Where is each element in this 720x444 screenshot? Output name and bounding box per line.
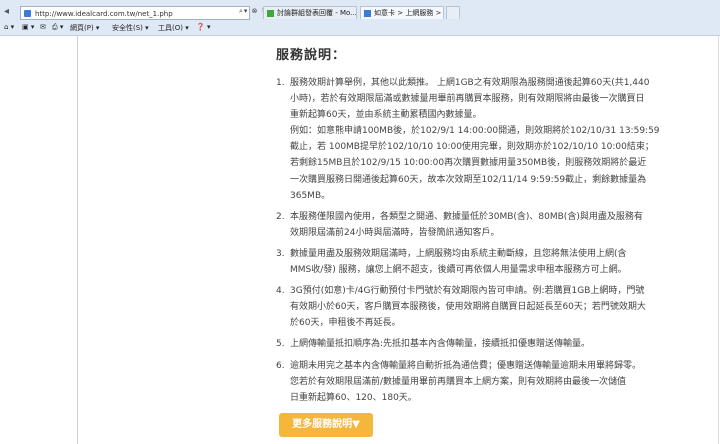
back-icon[interactable]: ◂ bbox=[4, 6, 9, 17]
right-divider bbox=[718, 36, 719, 444]
help-icon[interactable]: ❓ ▾ bbox=[196, 23, 210, 31]
tab-idealcard[interactable]: 如意卡 > 上網服務 > ... bbox=[360, 6, 444, 19]
idealcard-favicon-icon bbox=[364, 10, 371, 17]
list-item: 5. 上網傳輸量抵扣順序為:先抵扣基本內含傳輸量，接續抵扣優惠贈送傳輸量。 bbox=[276, 339, 591, 350]
feeds-icon[interactable]: ▣ ▾ bbox=[22, 23, 34, 31]
left-gutter bbox=[0, 36, 75, 444]
list-item: 6. 逾期未用完之基本內含傳輸量將自動折抵為通信費；優惠贈送傳輸量逾期未用畢將歸… bbox=[276, 360, 642, 403]
list-item: 4. 3G預付(如意)卡/4G行動預付卡門號於有效期限內皆可申請。例:若購買1G… bbox=[276, 286, 646, 329]
list-item: 2. 本服務僅限國內使用，各類型之開通、數據量低於30MB(含)、80MB(含)… bbox=[276, 211, 643, 238]
home-icon[interactable]: ⌂ ▾ bbox=[4, 23, 14, 31]
service-notes-list: 1. 服務效期計算舉例，其他以此類推。 上網1GB之有效期限為服務開通後起算60… bbox=[276, 75, 712, 411]
tab-label: 如意卡 > 上網服務 > ... bbox=[374, 9, 444, 17]
forum-favicon-icon bbox=[267, 10, 274, 17]
mail-icon[interactable]: ✉ bbox=[40, 23, 46, 31]
section-title: 服務說明： bbox=[276, 48, 347, 63]
print-icon[interactable]: ⎙ ▾ bbox=[52, 23, 63, 32]
browser-chrome: ◂ http://www.idealcard.com.tw/net_1.php … bbox=[0, 0, 720, 36]
more-service-info-button[interactable]: 更多服務說明▼ bbox=[279, 413, 373, 437]
site-favicon-icon bbox=[24, 10, 31, 17]
address-url: http://www.idealcard.com.tw/net_1.php bbox=[35, 10, 173, 18]
content-divider bbox=[77, 36, 78, 444]
address-bar[interactable]: http://www.idealcard.com.tw/net_1.php bbox=[20, 6, 250, 20]
tab-label: 討論群組發表回覆 - Mo... bbox=[277, 9, 357, 17]
list-item: 3. 數據量用盡及服務效期屆滿時，上網服務均由系統主動斷線，且您將無法使用上網(… bbox=[276, 248, 627, 276]
tools-menu[interactable]: 工具(O) ▾ bbox=[158, 23, 189, 33]
tab-forum[interactable]: 討論群組發表回覆 - Mo... bbox=[263, 6, 357, 19]
list-item: 1. 服務效期計算舉例，其他以此類推。 上網1GB之有效期限為服務開通後起算60… bbox=[276, 78, 660, 201]
page-menu[interactable]: 網頁(P) ▾ bbox=[70, 23, 99, 33]
safety-menu[interactable]: 安全性(S) ▾ bbox=[112, 23, 149, 33]
new-tab-button[interactable] bbox=[446, 6, 460, 19]
command-bar: ⌂ ▾ ▣ ▾ ✉ ⎙ ▾ 網頁(P) ▾ 安全性(S) ▾ 工具(O) ▾ ❓… bbox=[0, 22, 720, 34]
